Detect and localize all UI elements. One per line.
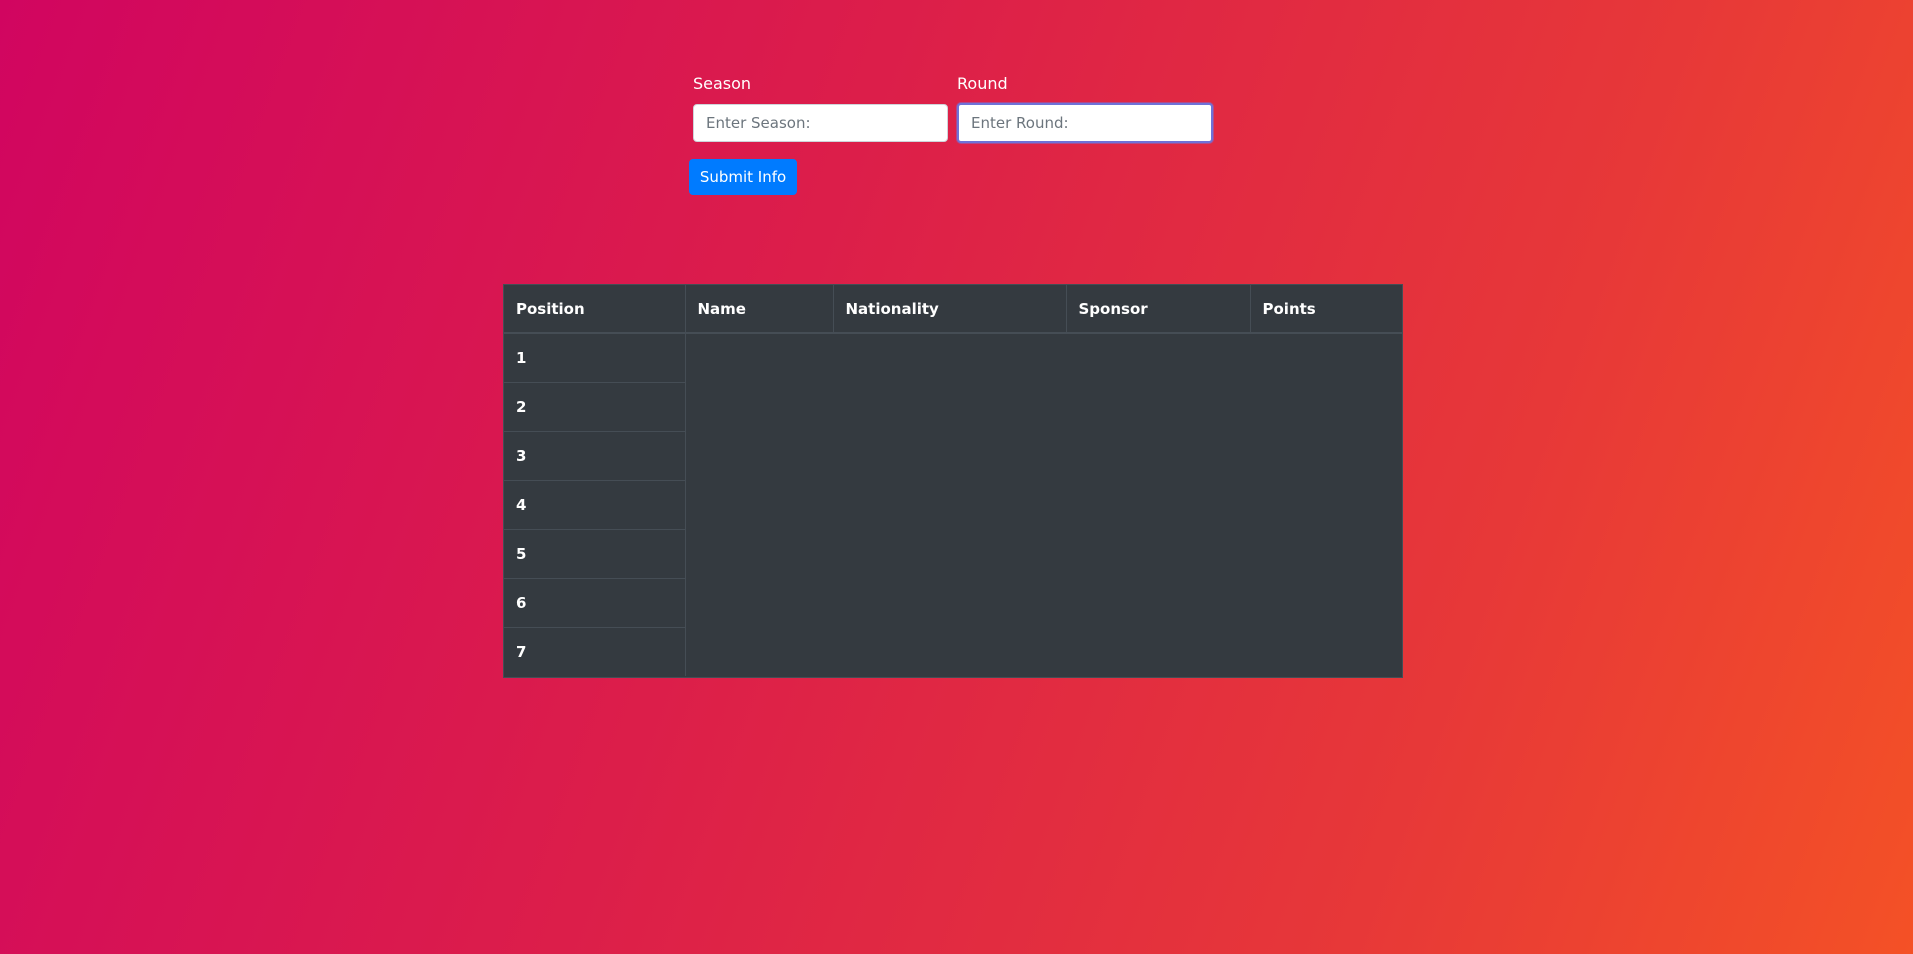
table-header-row: Position Name Nationality Sponsor Points [504, 285, 1402, 334]
column-header-sponsor: Sponsor [1066, 285, 1251, 334]
info-form: Season Round Submit Info [0, 0, 1913, 200]
standings-table-container: Position Name Nationality Sponsor Points… [503, 284, 1403, 678]
season-input[interactable] [693, 104, 948, 142]
table-body: 1 2 3 4 5 6 7 [504, 333, 1402, 676]
table-row: 4 [504, 480, 1402, 530]
table-row: 7 [504, 627, 1402, 676]
table-row: 2 [504, 382, 1402, 432]
column-header-nationality: Nationality [833, 285, 1067, 334]
submit-info-button[interactable]: Submit Info [689, 159, 797, 195]
position-cell: 7 [504, 627, 686, 676]
column-header-position: Position [504, 285, 686, 334]
position-cell: 6 [504, 578, 686, 628]
position-cell: 4 [504, 480, 686, 530]
position-cell: 5 [504, 529, 686, 579]
column-header-points: Points [1250, 285, 1402, 334]
position-cell: 1 [504, 333, 686, 383]
column-header-name: Name [685, 285, 834, 334]
table-row: 1 [504, 333, 1402, 383]
round-label: Round [957, 74, 1008, 93]
position-cell: 3 [504, 431, 686, 481]
position-cell: 2 [504, 382, 686, 432]
table-row: 5 [504, 529, 1402, 579]
season-label: Season [693, 74, 752, 93]
table-row: 3 [504, 431, 1402, 481]
standings-table: Position Name Nationality Sponsor Points… [504, 285, 1402, 676]
table-row: 6 [504, 578, 1402, 628]
round-input[interactable] [957, 103, 1213, 143]
